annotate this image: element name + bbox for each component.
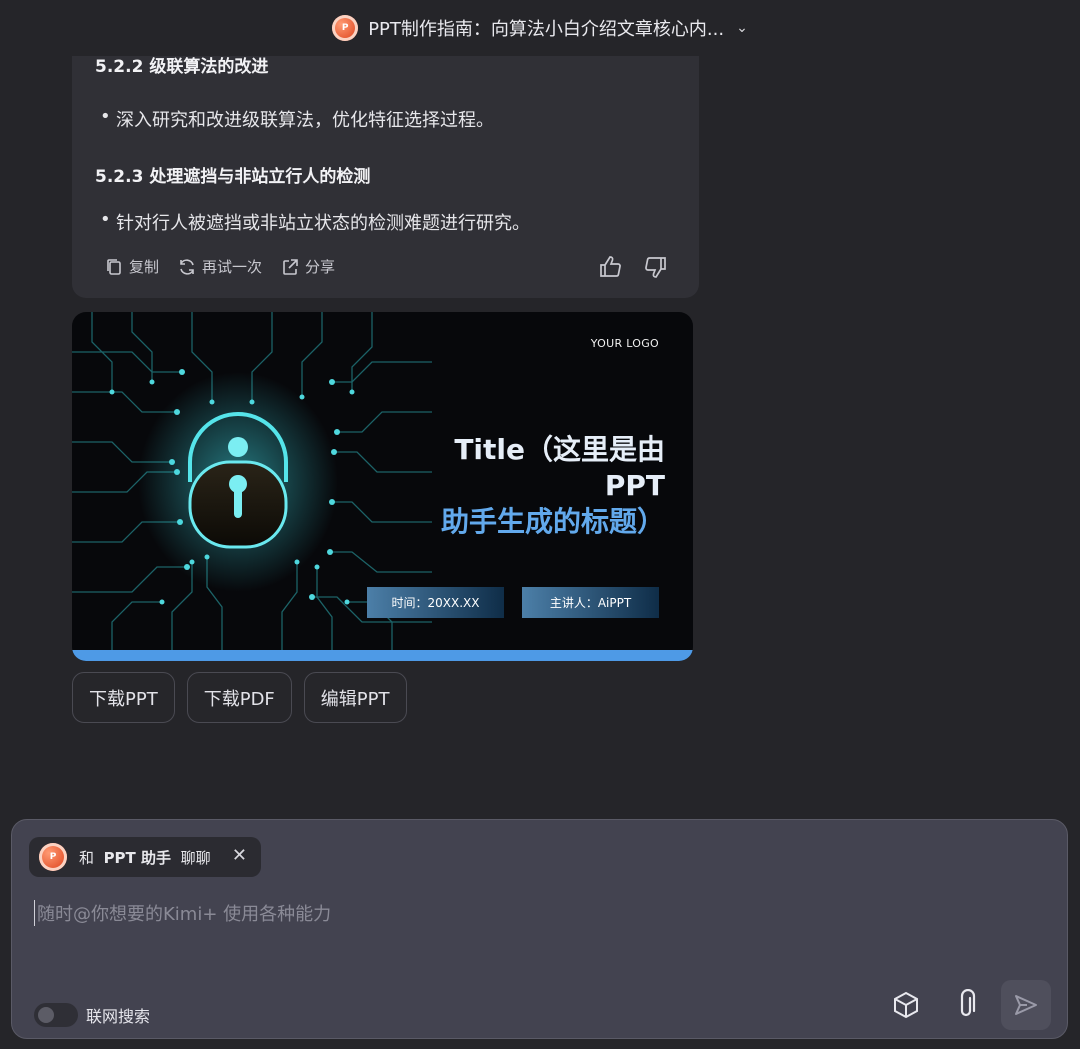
toggle-switch[interactable]	[34, 1003, 78, 1027]
section-heading: 5.2.3 处理遮挡与非站立行人的检测	[95, 167, 371, 187]
copy-button[interactable]: 复制	[104, 256, 159, 277]
assistant-message: 5.2.2 级联算法的改进 深入研究和改进级联算法，优化特征选择过程。 5.2.…	[72, 56, 699, 298]
assistant-chip-label: 和 PPT 助手 聊聊	[79, 848, 211, 867]
ppt-assistant-logo: P	[332, 15, 359, 41]
message-actions: 复制 再试一次 分享	[104, 256, 335, 277]
thumbs-down-icon[interactable]	[643, 254, 669, 280]
send-button[interactable]	[1001, 980, 1051, 1030]
web-search-label: 联网搜索	[86, 1007, 151, 1026]
retry-button[interactable]: 再试一次	[177, 256, 262, 277]
slide-accent-bar	[72, 650, 693, 661]
edit-ppt-button[interactable]: 编辑PPT	[303, 672, 407, 723]
share-button[interactable]: 分享	[280, 256, 335, 277]
refresh-icon	[180, 258, 194, 275]
paperclip-icon[interactable]	[948, 987, 984, 1023]
section-heading: 5.2.2 级联算法的改进	[95, 57, 269, 77]
list-item: 针对行人被遮挡或非站立状态的检测难题进行研究。	[100, 209, 530, 235]
copy-icon	[107, 258, 121, 275]
download-pdf-button[interactable]: 下载PDF	[186, 672, 292, 723]
chevron-down-icon[interactable]: ⌄	[736, 20, 748, 36]
assistant-chip[interactable]: P 和 PPT 助手 聊聊 ✕	[29, 837, 261, 877]
message-composer: P 和 PPT 助手 聊聊 ✕ 随时@你想要的Kimi+ 使用各种能力 联网搜索	[11, 819, 1068, 1039]
close-icon[interactable]: ✕	[232, 845, 247, 866]
slide-logo-placeholder: YOUR LOGO	[590, 337, 659, 350]
ppt-slide-preview[interactable]: YOUR LOGO Title（这里是由PPT 助手生成的标题） 时间：20XX…	[72, 312, 693, 661]
slide-time-tag: 时间：20XX.XX	[367, 587, 504, 618]
ppt-assistant-logo: P	[39, 843, 67, 871]
download-ppt-button[interactable]: 下载PPT	[72, 672, 175, 723]
web-search-toggle[interactable]: 联网搜索	[34, 1003, 150, 1027]
chat-title-bar[interactable]: P PPT制作指南：向算法小白介绍文章核心内... ⌄	[0, 0, 1080, 56]
list-item: 深入研究和改进级联算法，优化特征选择过程。	[100, 106, 494, 132]
slide-title: Title（这里是由PPT 助手生成的标题）	[440, 433, 665, 538]
share-icon	[283, 258, 298, 275]
slide-speaker-tag: 主讲人：AiPPT	[522, 587, 659, 618]
cube-icon[interactable]	[888, 987, 924, 1023]
send-icon	[1015, 995, 1037, 1015]
chat-title[interactable]: PPT制作指南：向算法小白介绍文章核心内...	[368, 15, 724, 41]
thumbs-up-icon[interactable]	[597, 254, 623, 280]
feedback-buttons	[597, 254, 669, 280]
ppt-action-buttons: 下载PPT 下载PDF 编辑PPT	[72, 672, 407, 723]
message-input[interactable]: 随时@你想要的Kimi+ 使用各种能力	[34, 900, 331, 926]
